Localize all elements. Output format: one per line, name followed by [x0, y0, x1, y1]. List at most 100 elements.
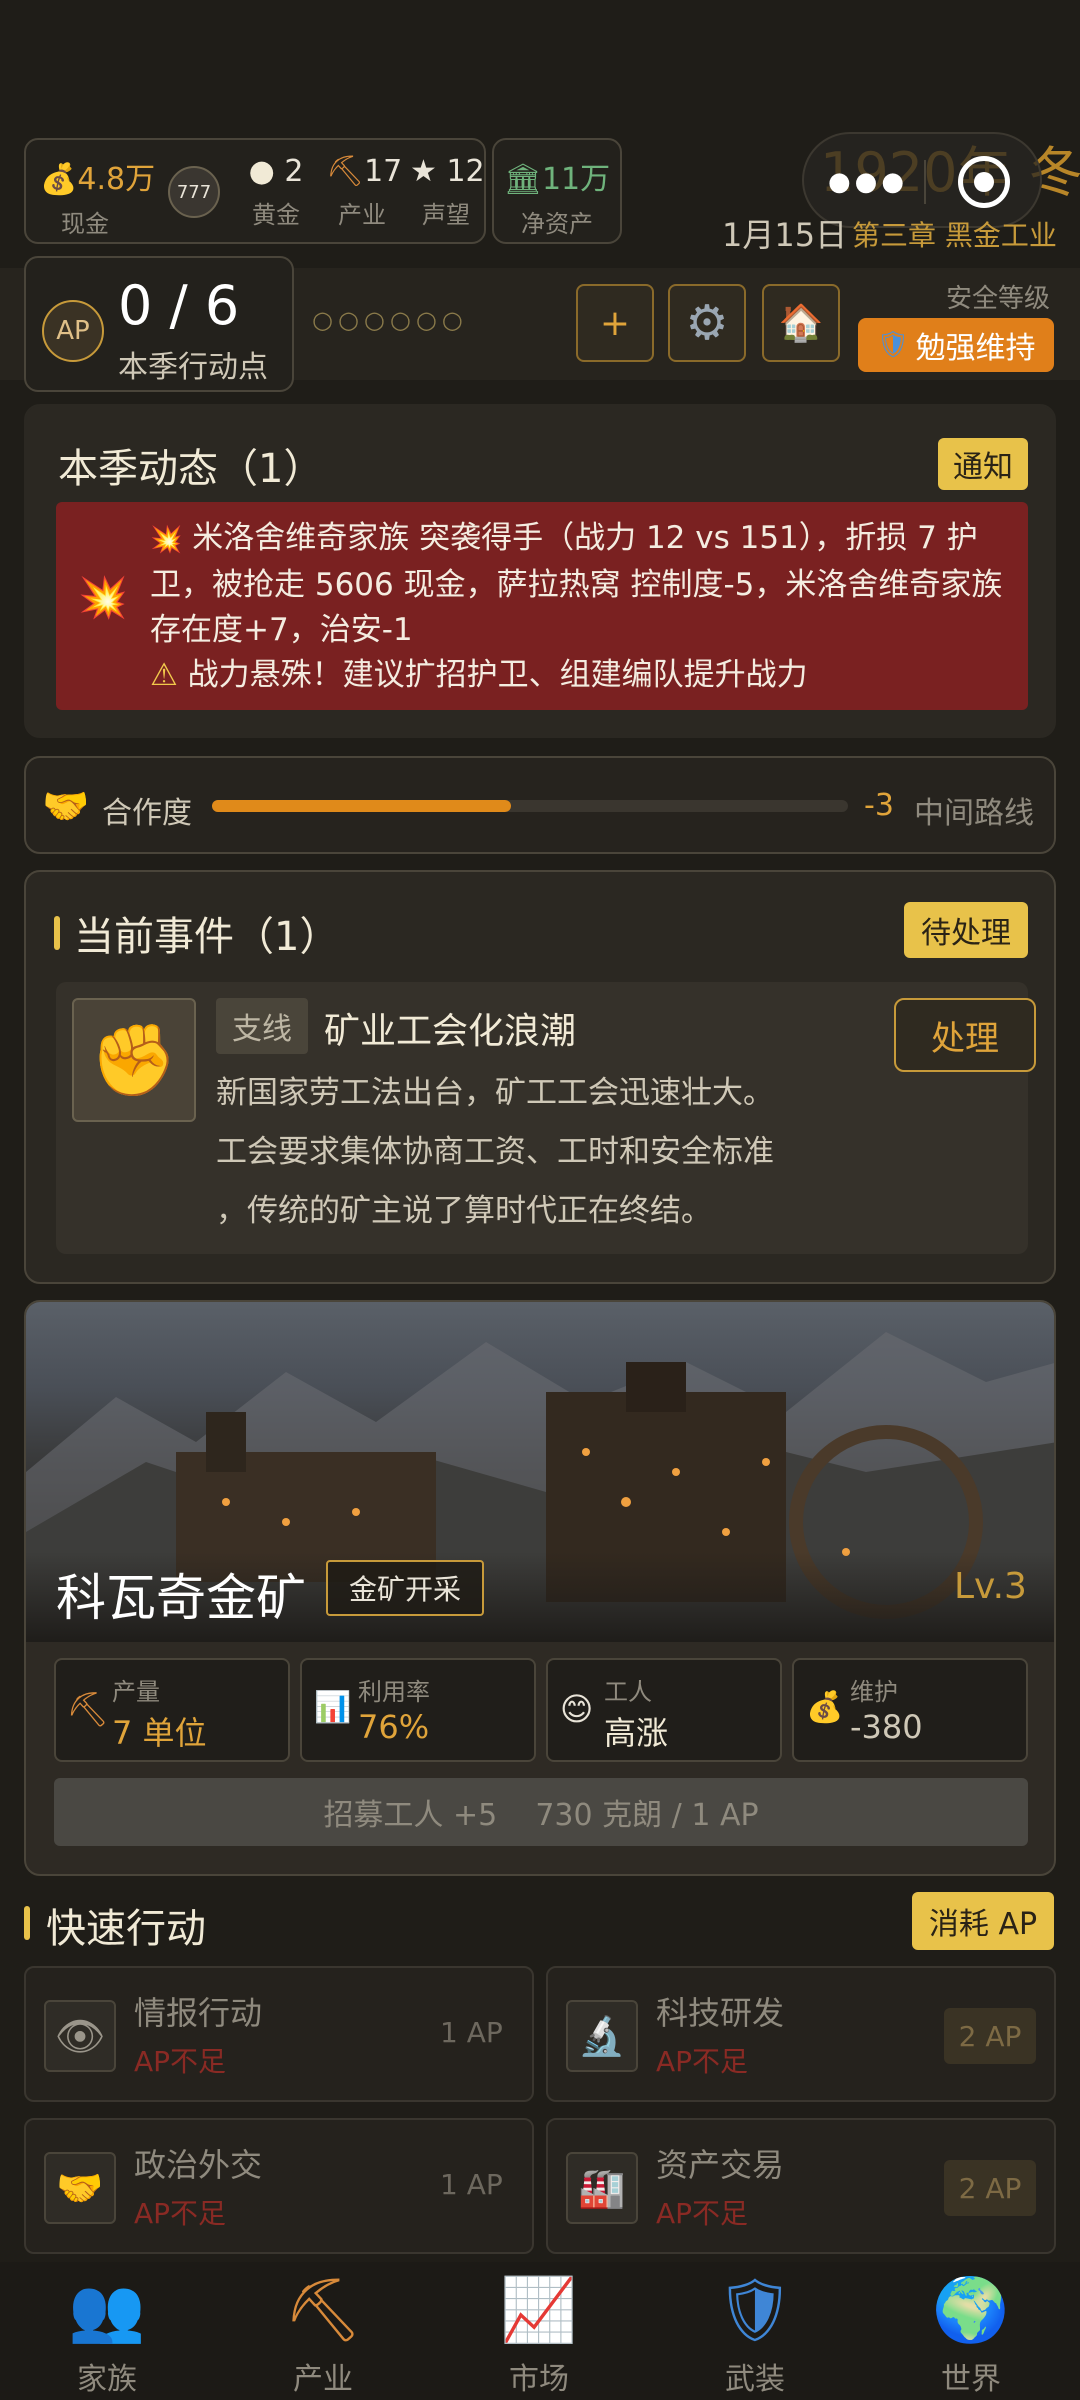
resource-bar: 💰4.8万 现金 777 ● 2 黄金 ⛏17 产业 ★ 12 声望: [24, 138, 486, 244]
nav-family[interactable]: 👥 家族: [42, 2270, 172, 2400]
pickaxe-icon: ⛏: [66, 1690, 110, 1730]
action-name: 情报行动: [134, 1994, 263, 2032]
stat-value: 76%: [358, 1708, 430, 1746]
alert-line-1: 米洛舍维奇家族 突袭得手（战力 12 vs 151），折损 7 护卫，被抢走 5…: [150, 520, 1003, 648]
gold-value: 2: [284, 154, 304, 189]
security-value: 勉强维持: [915, 331, 1036, 366]
stat-label: 产量: [112, 1678, 160, 1706]
warning-icon: ⚠: [150, 657, 178, 693]
handshake-icon: 🤝: [42, 784, 90, 828]
action-asset-trade[interactable]: 🏭 资产交易 AP不足 2 AP: [546, 2118, 1056, 2254]
slot-machine-icon[interactable]: 777: [168, 166, 220, 218]
event-name: 矿业工会化浪潮: [324, 1011, 577, 1052]
action-status: AP不足: [656, 2045, 749, 2078]
explosion-icon: 💥: [78, 575, 128, 621]
stat-value: 高涨: [604, 1714, 669, 1752]
action-status: AP不足: [134, 2045, 227, 2078]
alert-box[interactable]: 💥 💥 米洛舍维奇家族 突袭得手（战力 12 vs 151），折损 7 护卫，被…: [56, 502, 1028, 710]
cooperation-value: -3: [864, 788, 894, 823]
pending-badge[interactable]: 待处理: [904, 902, 1028, 958]
events-card: 当前事件（1） 待处理 ✊ 支线 矿业工会化浪潮 处理 新国家劳工法出台，矿工工…: [24, 870, 1056, 1284]
action-status: AP不足: [656, 2197, 749, 2230]
reputation-label: 声望: [422, 201, 470, 229]
season-news-card: 本季动态（1） 通知 💥 💥 米洛舍维奇家族 突袭得手（战力 12 vs 151…: [24, 404, 1056, 738]
action-name: 资产交易: [656, 2146, 785, 2184]
capsule-divider: [924, 160, 926, 204]
mine-stat-output: ⛏ 产量 7 单位: [54, 1658, 290, 1762]
nav-industry[interactable]: ⛏ 产业: [258, 2270, 388, 2400]
nav-label: 产业: [293, 2362, 353, 2397]
cooperation-track: [212, 800, 848, 812]
notice-badge[interactable]: 通知: [938, 438, 1028, 490]
action-name: 科技研发: [656, 1994, 785, 2032]
action-research[interactable]: 🔬 科技研发 AP不足 2 AP: [546, 1966, 1056, 2102]
bar-chart-icon: 📊: [314, 1690, 352, 1725]
mine-stat-utilization: 📊 利用率 76%: [300, 1658, 536, 1762]
ap-dot: ○: [312, 306, 333, 334]
ap-dot: ○: [441, 306, 463, 334]
family-icon: 👥: [68, 2273, 146, 2346]
factory-icon: 🏭: [566, 2152, 638, 2224]
settings-button[interactable]: ⚙: [668, 284, 746, 362]
eye-icon: 👁: [44, 2000, 116, 2072]
alert-text: 💥 米洛舍维奇家族 突袭得手（战力 12 vs 151），折损 7 护卫，被抢走…: [150, 516, 1012, 698]
handshake-icon: 🤝: [44, 2152, 116, 2224]
action-intel[interactable]: 👁 情报行动 AP不足 1 AP: [24, 1966, 534, 2102]
ap-panel[interactable]: AP 0 / 6 本季行动点: [24, 256, 294, 392]
cooperation-card[interactable]: 🤝 合作度 -3 中间路线: [24, 756, 1056, 854]
more-icon[interactable]: ●●●: [828, 162, 908, 202]
chart-icon: 📈: [500, 2273, 578, 2346]
action-diplomacy[interactable]: 🤝 政治外交 AP不足 1 AP: [24, 2118, 534, 2254]
reputation-value: 12: [446, 154, 485, 189]
event-desc-line: 工会要求集体协商工资、工时和安全标准: [216, 1134, 774, 1170]
quick-accent-bar: [24, 1906, 30, 1940]
action-name: 政治外交: [134, 2146, 263, 2184]
action-cost: 2 AP: [944, 2160, 1036, 2216]
mine-type-badge: 金矿开采: [326, 1560, 484, 1616]
cooperation-fill: [212, 800, 511, 812]
spark-icon: 💥: [150, 525, 183, 555]
stat-label: 维护: [850, 1678, 898, 1706]
handle-event-button[interactable]: 处理: [894, 998, 1036, 1072]
house-button[interactable]: 🏠: [762, 284, 840, 362]
add-ap-button[interactable]: +: [576, 284, 654, 362]
networth-box[interactable]: 🏛11万 净资产: [492, 138, 622, 244]
ap-value: 0 / 6: [118, 274, 240, 337]
reputation-stat[interactable]: ★ 12 声望: [410, 154, 485, 230]
event-desc-line: ，传统的矿主说了算时代正在终结。: [216, 1193, 712, 1229]
nav-label: 家族: [77, 2362, 137, 2397]
nav-world[interactable]: 🌍 世界: [906, 2270, 1036, 2400]
fist-icon: ✊: [72, 998, 196, 1122]
nav-armed[interactable]: 🛡 武装: [690, 2270, 820, 2400]
ap-dot: ○: [415, 306, 437, 334]
stat-label: 利用率: [358, 1678, 430, 1706]
stat-value: -380: [850, 1708, 923, 1746]
security-badge[interactable]: 🛡 勉强维持: [858, 318, 1054, 372]
mine-card[interactable]: 科瓦奇金矿 金矿开采 Lv.3 ⛏ 产量 7 单位 📊 利用率 76% 😊 工人…: [24, 1300, 1056, 1876]
star-icon: ★: [410, 154, 437, 189]
industry-stat[interactable]: ⛏17 产业: [326, 154, 402, 230]
gold-stat[interactable]: ● 2 黄金: [244, 154, 308, 230]
cash-stat[interactable]: 💰4.8万 现金: [40, 154, 155, 239]
nav-label: 世界: [941, 2362, 1001, 2397]
networth-value: 11万: [541, 162, 611, 197]
action-status: AP不足: [134, 2197, 227, 2230]
ap-badge: AP: [42, 300, 104, 362]
cash-label: 现金: [61, 210, 109, 238]
networth-label: 净资产: [521, 210, 593, 238]
pickaxe-icon: ⛏: [283, 2273, 363, 2346]
mine-stat-maintenance: 💰 维护 -380: [792, 1658, 1028, 1762]
house-icon: 🏠: [778, 303, 824, 344]
pickaxe-icon: ⛏: [326, 154, 365, 189]
ap-dots: ○ ○ ○ ○ ○ ○: [312, 306, 463, 334]
event-desc-line: 新国家劳工法出台，矿工工会迅速壮大。: [216, 1075, 774, 1111]
alert-line-2: 战力悬殊！建议扩招护卫、组建编队提升战力: [187, 657, 808, 693]
season-title: 本季动态（1）: [58, 446, 324, 492]
close-target-icon[interactable]: [958, 156, 1010, 208]
nav-label: 市场: [509, 2362, 569, 2397]
shield-icon: 🛡: [715, 2273, 795, 2346]
nav-market[interactable]: 📈 市场: [474, 2270, 604, 2400]
gold-label: 黄金: [252, 201, 300, 229]
event-item[interactable]: ✊ 支线 矿业工会化浪潮 处理 新国家劳工法出台，矿工工会迅速壮大。 工会要求集…: [56, 982, 1036, 1254]
recruit-workers-button[interactable]: 招募工人 +5 730 克朗 / 1 AP: [54, 1778, 1028, 1846]
